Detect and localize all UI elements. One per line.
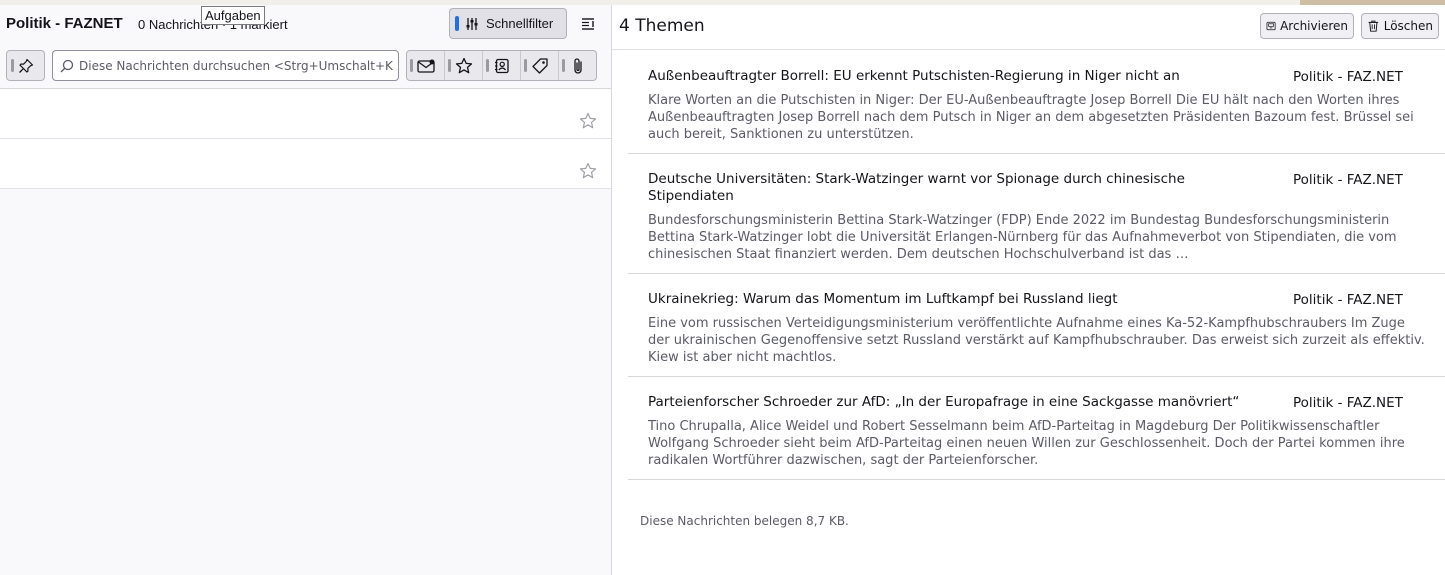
topic-item[interactable]: Parteienforscher Schroeder zur AfD: „In …: [628, 377, 1445, 480]
summary-title: 4 Themen: [619, 16, 705, 36]
message-list-header: Politik - FAZNET 0 Nachrichten · 1 marki…: [0, 5, 611, 43]
topic-summary: Klare Worten an die Putschisten in Niger…: [648, 93, 1414, 142]
star-icon[interactable]: [579, 112, 597, 130]
archive-icon: [1266, 21, 1276, 31]
thread-row[interactable]: [0, 89, 611, 139]
topic-item[interactable]: Deutsche Universitäten: Stark-Watzinger …: [628, 154, 1445, 274]
delete-label: Löschen: [1383, 19, 1433, 33]
grip-handle-icon: [448, 59, 451, 72]
quick-filter-button[interactable]: Schnellfilter: [449, 8, 567, 39]
topic-source: Politik - FAZ.NET: [1293, 172, 1403, 188]
topic-title[interactable]: Außenbeauftragter Borrell: EU erkennt Pu…: [648, 68, 1268, 85]
tooltip: Aufgaben: [201, 6, 265, 25]
multi-message-summary: 4 Themen Archivieren Löschen Außenbeauft…: [612, 5, 1445, 575]
topic-summary: Eine vom russischen Verteidigungsministe…: [648, 316, 1425, 365]
search-input[interactable]: [79, 56, 394, 76]
sliders-icon: [466, 17, 478, 30]
search-icon: [60, 59, 74, 73]
search-box[interactable]: [52, 50, 399, 81]
grip-handle-icon: [486, 59, 489, 72]
contact-filter-button[interactable]: [483, 51, 521, 80]
list-options-icon: [582, 18, 594, 30]
filter-toggle-group: [406, 50, 597, 81]
topic-source: Politik - FAZ.NET: [1293, 292, 1403, 308]
star-icon[interactable]: [579, 162, 597, 180]
unread-filter-button[interactable]: [407, 51, 445, 80]
grip-handle-icon: [11, 59, 14, 72]
quick-filter-label: Schnellfilter: [486, 16, 554, 31]
sticky-filter-button[interactable]: [6, 50, 45, 81]
pin-icon: [18, 58, 33, 73]
summary-header: 4 Themen Archivieren Löschen: [612, 5, 1445, 50]
quick-filter-bar: [0, 43, 611, 89]
topic-item[interactable]: Ukrainekrieg: Warum das Momentum im Luft…: [628, 274, 1445, 377]
unread-envelope-icon: [416, 59, 435, 73]
grip-handle-icon: [410, 59, 413, 72]
topic-title[interactable]: Deutsche Universitäten: Stark-Watzinger …: [648, 171, 1268, 205]
topic-source: Politik - FAZ.NET: [1293, 69, 1403, 85]
topic-title[interactable]: Ukrainekrieg: Warum das Momentum im Luft…: [648, 291, 1268, 308]
trash-icon: [1368, 20, 1379, 32]
paperclip-icon: [573, 57, 582, 74]
thread-row[interactable]: [0, 139, 611, 189]
archive-button[interactable]: Archivieren: [1260, 13, 1354, 39]
contact-book-icon: [494, 58, 509, 73]
display-options-button[interactable]: [575, 11, 601, 37]
folder-name: Politik - FAZNET: [6, 15, 123, 32]
tag-icon: [531, 57, 548, 74]
archive-label: Archivieren: [1280, 19, 1348, 33]
topic-title[interactable]: Parteienforscher Schroeder zur AfD: „In …: [648, 394, 1268, 411]
starred-filter-button[interactable]: [445, 51, 483, 80]
star-icon: [455, 57, 472, 73]
thread-list: [0, 89, 611, 189]
topic-list: Außenbeauftragter Borrell: EU erkennt Pu…: [628, 51, 1445, 480]
grip-handle-icon: [562, 59, 565, 72]
topic-source: Politik - FAZ.NET: [1293, 395, 1403, 411]
attachment-filter-button[interactable]: [559, 51, 596, 80]
size-info: Diese Nachrichten belegen 8,7 KB.: [640, 514, 849, 528]
topic-item[interactable]: Außenbeauftragter Borrell: EU erkennt Pu…: [628, 51, 1445, 154]
tags-filter-button[interactable]: [521, 51, 559, 80]
grip-handle-icon: [524, 59, 527, 72]
topic-summary: Bundesforschungsministerin Bettina Stark…: [648, 213, 1397, 262]
topic-summary: Tino Chrupalla, Alice Weidel und Robert …: [648, 419, 1405, 468]
delete-button[interactable]: Löschen: [1361, 13, 1439, 39]
toggle-indicator-icon: [455, 16, 459, 31]
message-list-pane: Politik - FAZNET 0 Nachrichten · 1 marki…: [0, 5, 611, 575]
